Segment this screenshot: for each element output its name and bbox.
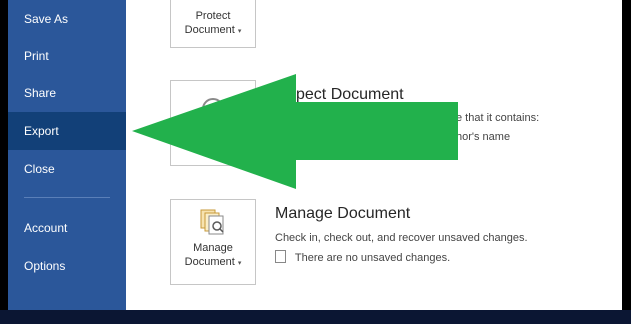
- bottom-bar: [0, 310, 631, 324]
- arrow-left-icon: [132, 74, 458, 189]
- green-arrow-annotation: [132, 74, 458, 189]
